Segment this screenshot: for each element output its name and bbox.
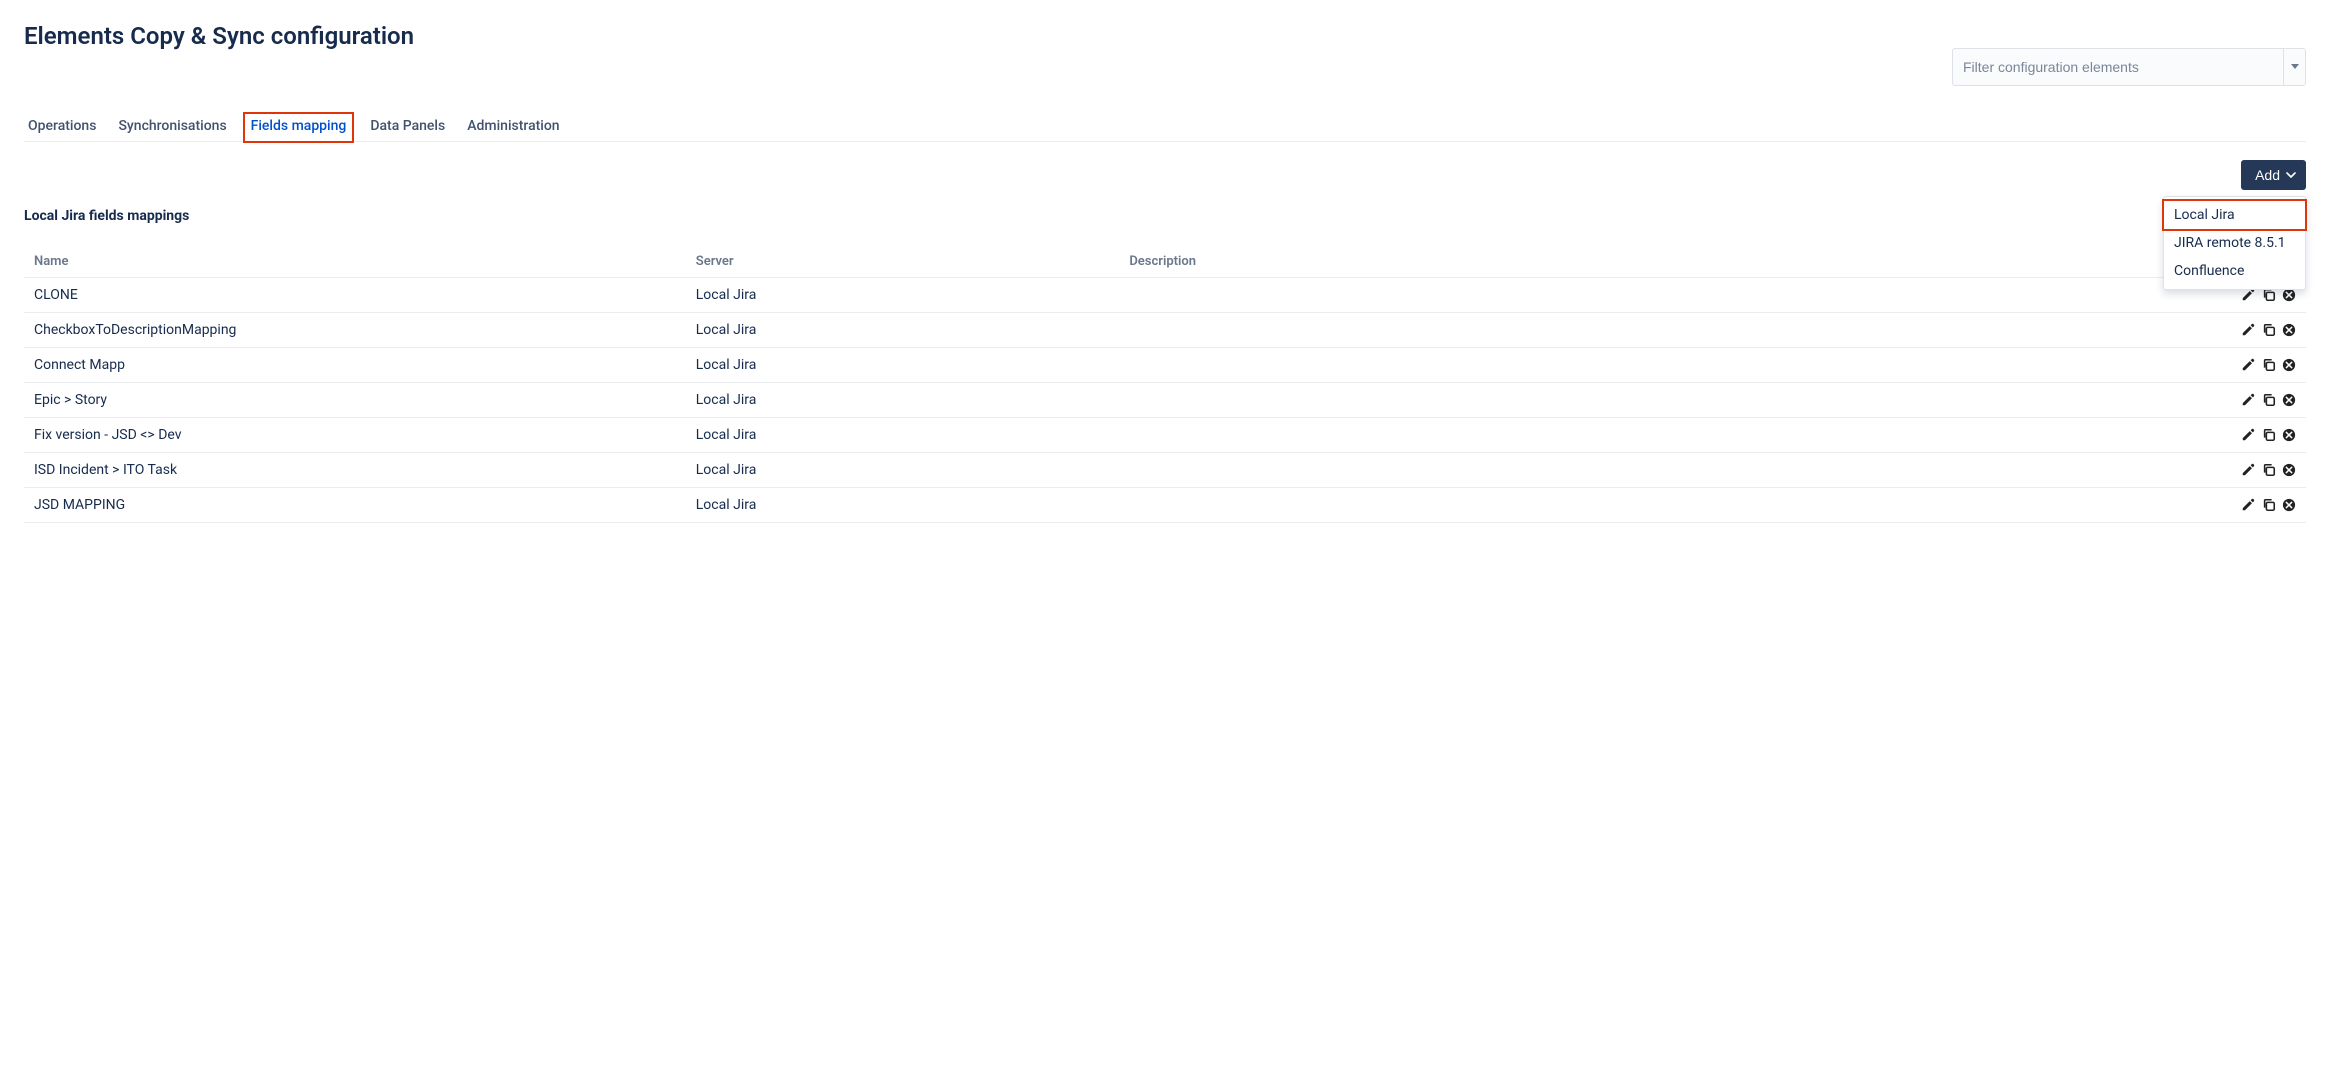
add-button-label: Add xyxy=(2255,167,2280,183)
delete-icon[interactable] xyxy=(2282,393,2296,407)
tab-synchronisations[interactable]: Synchronisations xyxy=(116,114,228,141)
delete-icon[interactable] xyxy=(2282,358,2296,372)
cell-description xyxy=(1119,418,2216,453)
copy-icon[interactable] xyxy=(2262,428,2276,442)
edit-icon[interactable] xyxy=(2241,323,2255,337)
copy-icon[interactable] xyxy=(2262,323,2276,337)
add-dropdown: Local Jira JIRA remote 8.5.1 Confluence xyxy=(2163,196,2306,290)
filter-dropdown-toggle[interactable] xyxy=(2283,49,2305,85)
tab-data-panels[interactable]: Data Panels xyxy=(368,114,447,141)
cell-description xyxy=(1119,383,2216,418)
delete-icon[interactable] xyxy=(2282,463,2296,477)
cell-server: Local Jira xyxy=(686,278,1120,313)
delete-icon[interactable] xyxy=(2282,498,2296,512)
cell-description xyxy=(1119,488,2216,523)
cell-name: JSD MAPPING xyxy=(24,488,686,523)
copy-icon[interactable] xyxy=(2262,288,2276,302)
filter-select[interactable] xyxy=(1952,48,2306,86)
add-option-jira-remote[interactable]: JIRA remote 8.5.1 xyxy=(2164,229,2305,257)
cell-name: ISD Incident > ITO Task xyxy=(24,453,686,488)
col-description: Description xyxy=(1119,246,2216,278)
cell-server: Local Jira xyxy=(686,453,1120,488)
tabs: Operations Synchronisations Fields mappi… xyxy=(24,114,2306,142)
table-row: JSD MAPPING Local Jira xyxy=(24,488,2306,523)
cell-server: Local Jira xyxy=(686,348,1120,383)
copy-icon[interactable] xyxy=(2262,498,2276,512)
mappings-table: Name Server Description CLONE Local Jira… xyxy=(24,246,2306,523)
edit-icon[interactable] xyxy=(2241,288,2255,302)
edit-icon[interactable] xyxy=(2241,393,2255,407)
delete-icon[interactable] xyxy=(2282,428,2296,442)
copy-icon[interactable] xyxy=(2262,358,2276,372)
table-row: Epic > Story Local Jira xyxy=(24,383,2306,418)
delete-icon[interactable] xyxy=(2282,288,2296,302)
edit-icon[interactable] xyxy=(2241,428,2255,442)
copy-icon[interactable] xyxy=(2262,463,2276,477)
chevron-down-icon xyxy=(2286,172,2296,178)
table-row: ISD Incident > ITO Task Local Jira xyxy=(24,453,2306,488)
table-row: CLONE Local Jira xyxy=(24,278,2306,313)
cell-server: Local Jira xyxy=(686,383,1120,418)
tab-operations[interactable]: Operations xyxy=(26,114,98,141)
edit-icon[interactable] xyxy=(2241,498,2255,512)
caret-down-icon xyxy=(2291,64,2299,70)
copy-icon[interactable] xyxy=(2262,393,2276,407)
filter-input[interactable] xyxy=(1953,59,2283,75)
cell-server: Local Jira xyxy=(686,418,1120,453)
cell-name: Connect Mapp xyxy=(24,348,686,383)
cell-name: Epic > Story xyxy=(24,383,686,418)
add-option-local-jira[interactable]: Local Jira xyxy=(2162,199,2307,231)
cell-name: CheckboxToDescriptionMapping xyxy=(24,313,686,348)
table-row: Connect Mapp Local Jira xyxy=(24,348,2306,383)
delete-icon[interactable] xyxy=(2282,323,2296,337)
add-button[interactable]: Add xyxy=(2241,160,2306,190)
tab-fields-mapping[interactable]: Fields mapping xyxy=(243,112,355,143)
edit-icon[interactable] xyxy=(2241,358,2255,372)
cell-name: Fix version - JSD <> Dev xyxy=(24,418,686,453)
cell-description xyxy=(1119,278,2216,313)
page-title: Elements Copy & Sync configuration xyxy=(24,22,414,50)
col-server: Server xyxy=(686,246,1120,278)
cell-server: Local Jira xyxy=(686,488,1120,523)
cell-server: Local Jira xyxy=(686,313,1120,348)
table-row: Fix version - JSD <> Dev Local Jira xyxy=(24,418,2306,453)
col-name: Name xyxy=(24,246,686,278)
add-option-confluence[interactable]: Confluence xyxy=(2164,257,2305,285)
cell-description xyxy=(1119,313,2216,348)
section-title: Local Jira fields mappings xyxy=(24,208,2306,224)
cell-description xyxy=(1119,453,2216,488)
edit-icon[interactable] xyxy=(2241,463,2255,477)
tab-administration[interactable]: Administration xyxy=(465,114,561,141)
cell-description xyxy=(1119,348,2216,383)
table-row: CheckboxToDescriptionMapping Local Jira xyxy=(24,313,2306,348)
cell-name: CLONE xyxy=(24,278,686,313)
